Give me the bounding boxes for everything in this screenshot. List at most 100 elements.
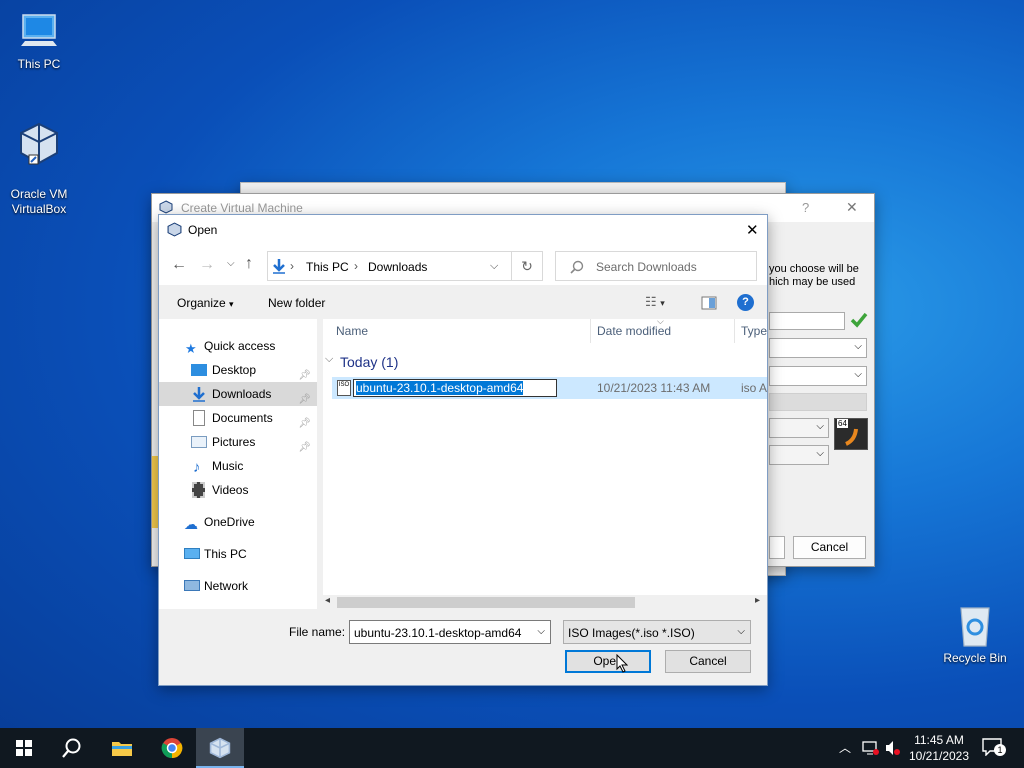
nav-quick-access[interactable]: ★ Quick access bbox=[159, 334, 317, 358]
up-arrow-icon[interactable]: ↑ bbox=[245, 255, 253, 273]
back-button[interactable] bbox=[769, 536, 785, 559]
chevron-down-icon: ⌵ bbox=[816, 421, 824, 432]
nav-label: Music bbox=[212, 459, 244, 473]
desktop-icon-label: This PC bbox=[17, 57, 61, 71]
star-icon: ★ bbox=[185, 341, 197, 356]
open-file-dialog: Open ✕ ← → ⌵ ↑ › This PC › Downloads ⌵ ↻… bbox=[158, 214, 768, 686]
toolbar: Organize ▾ New folder ☷ ▾ ? bbox=[159, 287, 767, 319]
preview-pane-icon[interactable] bbox=[701, 296, 717, 310]
rename-input[interactable]: ubuntu-23.10.1-desktop-amd64 bbox=[353, 379, 557, 397]
clock-date: 10/21/2023 bbox=[908, 749, 970, 763]
nav-videos[interactable]: Videos bbox=[159, 478, 317, 502]
clock[interactable]: 11:45 AM 10/21/2023 bbox=[904, 732, 974, 764]
column-header-type[interactable]: Type bbox=[741, 319, 767, 343]
disabled-select bbox=[769, 393, 867, 411]
nav-label: Downloads bbox=[212, 387, 272, 401]
scrollbar-thumb[interactable] bbox=[337, 597, 635, 608]
show-hidden-icons-icon[interactable]: ︿ bbox=[839, 739, 851, 756]
organize-label: Organize bbox=[177, 296, 226, 310]
nav-network[interactable]: Network bbox=[159, 574, 317, 598]
file-explorer-button[interactable] bbox=[98, 728, 146, 768]
file-row[interactable]: ISO ubuntu-23.10.1-desktop-amd64 10/21/2… bbox=[332, 377, 767, 399]
breadcrumb-downloads[interactable]: Downloads bbox=[368, 260, 427, 274]
file-name-input[interactable]: ubuntu-23.10.1-desktop-amd64 ⌵ bbox=[349, 620, 551, 644]
nav-documents[interactable]: Documents 📌︎ bbox=[159, 406, 317, 430]
organize-button[interactable]: Organize ▾ bbox=[177, 296, 234, 310]
nav-downloads[interactable]: Downloads 📌︎ bbox=[159, 382, 317, 406]
address-bar[interactable]: › This PC › Downloads ⌵ bbox=[267, 251, 543, 281]
file-list: Name Date modified ⌵ Type ⌵ Today (1) IS… bbox=[323, 319, 767, 609]
scroll-right-icon[interactable]: ▸ bbox=[755, 595, 760, 606]
nav-pictures[interactable]: Pictures 📌︎ bbox=[159, 430, 317, 454]
desktop-icon-this-pc[interactable]: This PC bbox=[2, 10, 76, 72]
nav-label: Pictures bbox=[212, 435, 256, 449]
scroll-left-icon[interactable]: ◂ bbox=[325, 595, 330, 606]
notification-center-button[interactable]: 1 bbox=[982, 738, 1006, 758]
help-icon: ? bbox=[742, 296, 749, 308]
back-arrow-icon[interactable]: ← bbox=[171, 256, 187, 274]
nav-label: OneDrive bbox=[204, 515, 255, 529]
window-title: Open bbox=[188, 223, 218, 237]
virtualbox-icon bbox=[159, 200, 173, 214]
virtualbox-icon bbox=[167, 222, 182, 237]
open-button[interactable]: Open bbox=[565, 650, 651, 673]
horizontal-scrollbar[interactable]: ◂ ▸ bbox=[323, 595, 767, 609]
chevron-down-icon: ⌵ bbox=[854, 341, 862, 352]
music-note-icon: ♪ bbox=[193, 459, 201, 476]
nav-label: This PC bbox=[204, 547, 247, 561]
file-type-value: ISO Images(*.iso *.ISO) bbox=[568, 626, 695, 640]
nav-this-pc[interactable]: This PC bbox=[159, 542, 317, 566]
search-button[interactable] bbox=[48, 728, 96, 768]
computer-icon bbox=[184, 548, 200, 559]
iso-path-field[interactable] bbox=[769, 312, 845, 330]
nav-label: Videos bbox=[212, 483, 249, 497]
nav-label: Desktop bbox=[212, 363, 257, 377]
cancel-button[interactable]: Cancel bbox=[665, 650, 751, 673]
description-text: you choose will be bbox=[769, 263, 859, 275]
column-header-name[interactable]: Name bbox=[336, 319, 368, 343]
type-select[interactable]: ⌵ bbox=[769, 338, 867, 358]
cancel-button[interactable]: Cancel bbox=[793, 536, 866, 559]
group-header[interactable]: ⌵ Today (1) bbox=[323, 351, 767, 373]
start-button[interactable] bbox=[0, 728, 48, 768]
virtualbox-icon bbox=[209, 737, 231, 759]
chevron-down-icon: ▾ bbox=[229, 299, 234, 309]
volume-muted-icon[interactable] bbox=[884, 740, 902, 756]
forward-arrow-icon[interactable]: → bbox=[199, 256, 215, 274]
breadcrumb-this-pc[interactable]: This PC bbox=[306, 260, 349, 274]
chevron-down-icon[interactable]: ⌵ bbox=[490, 260, 498, 273]
edition-select[interactable]: ⌵ bbox=[769, 418, 829, 438]
sort-chevron-icon: ⌵ bbox=[657, 319, 664, 326]
nav-label: Documents bbox=[212, 411, 273, 425]
recycle-bin-icon bbox=[960, 607, 990, 647]
folder-icon bbox=[112, 742, 132, 756]
help-button[interactable]: ? bbox=[802, 200, 809, 215]
network-status-icon[interactable] bbox=[862, 740, 880, 756]
search-input[interactable]: Search Downloads bbox=[555, 251, 757, 281]
language-select[interactable]: ⌵ bbox=[769, 445, 829, 465]
desktop-icon-virtualbox[interactable]: Oracle VM VirtualBox bbox=[2, 106, 76, 217]
group-label: Today (1) bbox=[340, 354, 399, 370]
nav-desktop[interactable]: Desktop 📌︎ bbox=[159, 358, 317, 382]
chrome-button[interactable] bbox=[148, 728, 196, 768]
taskbar: ︿ 11:45 AM 10/21/2023 1 bbox=[0, 728, 1024, 768]
chevron-down-icon[interactable]: ⌵ bbox=[537, 626, 545, 637]
recent-dropdown-icon[interactable]: ⌵ bbox=[227, 258, 235, 269]
close-button[interactable]: ✕ bbox=[846, 199, 858, 216]
view-options-icon[interactable]: ☷ ▾ bbox=[645, 294, 665, 310]
close-button[interactable]: ✕ bbox=[746, 221, 759, 239]
virtualbox-taskbar-button[interactable] bbox=[196, 728, 244, 768]
nav-bar: ← → ⌵ ↑ › This PC › Downloads ⌵ ↻ Search… bbox=[159, 245, 767, 285]
desktop-icon-recycle-bin[interactable]: Recycle Bin bbox=[938, 602, 1012, 666]
desktop-icon-label: Recycle Bin bbox=[943, 651, 1007, 665]
nav-onedrive[interactable]: ☁ OneDrive bbox=[159, 510, 317, 534]
refresh-button[interactable]: ↻ bbox=[511, 251, 543, 281]
nav-music[interactable]: ♪ Music bbox=[159, 454, 317, 478]
file-type-select[interactable]: ISO Images(*.iso *.ISO) ⌵ bbox=[563, 620, 751, 644]
search-icon bbox=[62, 738, 81, 758]
new-folder-button[interactable]: New folder bbox=[268, 296, 325, 310]
help-button[interactable]: ? bbox=[737, 294, 754, 311]
version-select[interactable]: ⌵ bbox=[769, 366, 867, 386]
desktop-icon-label: Oracle VM VirtualBox bbox=[10, 187, 68, 216]
chevron-down-icon: ⌵ bbox=[816, 448, 824, 459]
